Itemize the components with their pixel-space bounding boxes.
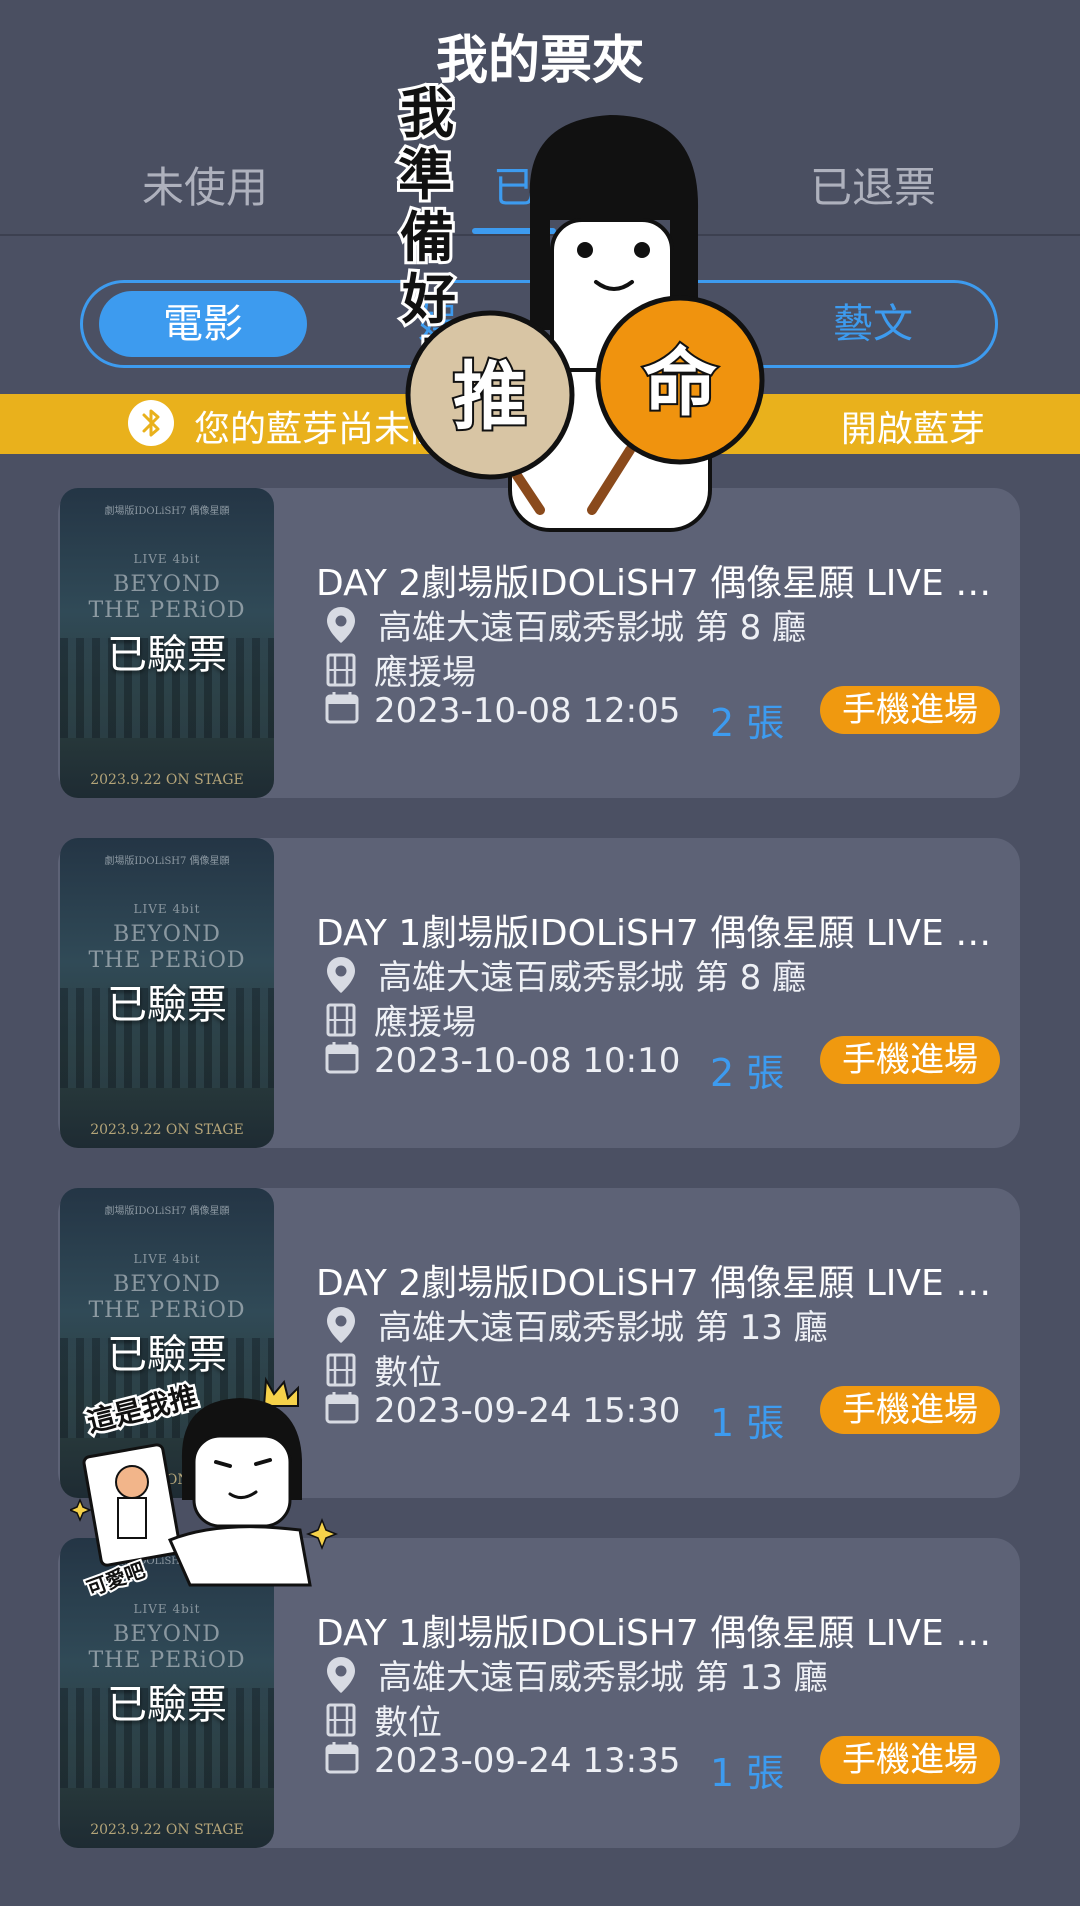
datetime-text: 2023-10-08 10:10 bbox=[374, 1041, 681, 1081]
ticket-count: 1 張 bbox=[710, 1751, 785, 1795]
datetime-text: 2023-10-08 12:05 bbox=[374, 691, 681, 731]
poster-topline: 劇場版IDOLiSH7 偶像星願 bbox=[104, 856, 230, 867]
poster-beyond: BEYOND bbox=[113, 1272, 221, 1297]
ticket-count: 2 張 bbox=[710, 701, 785, 745]
movie-title: DAY 1劇場版IDOLiSH7 偶像星願 LIVE 4bit BEYOND T… bbox=[316, 913, 1008, 954]
poster-title: LIVE 4bit BEYOND THE PERiOD bbox=[60, 1244, 274, 1324]
poster-period: THE PERiOD bbox=[88, 598, 246, 623]
poster-live: LIVE 4bit bbox=[133, 1602, 201, 1616]
poster-release-date: 2023.9.22 ON STAGE bbox=[90, 1822, 244, 1838]
datetime-row: 2023-10-08 12:05 bbox=[324, 690, 680, 735]
poster-release-date: 2023.9.22 ON STAGE bbox=[90, 1122, 244, 1138]
ticket-count: 2 張 bbox=[710, 1051, 785, 1095]
bluetooth-enable-link[interactable]: 開啟藍芽 bbox=[841, 409, 985, 450]
sticker-caption-3: 備 bbox=[400, 206, 454, 269]
datetime-row: 2023-09-24 15:30 bbox=[324, 1390, 680, 1435]
sticker-caption-4: 好 bbox=[401, 268, 456, 331]
sticker-bottom-caption: 這是我推 bbox=[84, 1380, 201, 1439]
poster-period: THE PERiOD bbox=[88, 1648, 246, 1673]
poster-live: LIVE 4bit bbox=[133, 1252, 201, 1266]
sticker-caption-2: 準 bbox=[398, 144, 452, 207]
format-text: 應援場 bbox=[374, 653, 476, 693]
ticket-count: 1 張 bbox=[710, 1401, 785, 1445]
girl-holding-photo-sticker: 這是我推 可愛吧 bbox=[70, 1376, 339, 1600]
format-text: 數位 bbox=[374, 1353, 442, 1393]
sticker-caption-1: 我 bbox=[400, 82, 454, 145]
format-text: 應援場 bbox=[374, 1003, 476, 1043]
mobile-entry-button[interactable]: 手機進場 bbox=[820, 1736, 1000, 1784]
poster-topline: 劇場版IDOLiSH7 偶像星願 bbox=[104, 506, 230, 517]
datetime-text: 2023-09-24 15:30 bbox=[374, 1391, 681, 1431]
poster-beyond: BEYOND bbox=[113, 922, 221, 947]
poster-live: LIVE 4bit bbox=[133, 902, 201, 916]
bluetooth-icon bbox=[128, 400, 174, 446]
movie-poster: 劇場版IDOLiSH7 偶像星願 LIVE 4bit BEYOND THE PERi… bbox=[60, 838, 274, 1148]
poster-period: THE PERiOD bbox=[88, 948, 246, 973]
ticket-status-stamp: 已驗票 bbox=[107, 1682, 227, 1728]
location-text: 高雄大遠百威秀影城 第 8 廳 bbox=[378, 608, 807, 648]
calendar-icon bbox=[324, 690, 364, 735]
poster-topline: 劇場版IDOLiSH7 偶像星願 bbox=[104, 1206, 230, 1217]
fan-left-text: 推 bbox=[453, 354, 527, 440]
movie-title: DAY 2劇場版IDOLiSH7 偶像星願 LIVE 4bit BEYOND T… bbox=[316, 563, 1008, 604]
datetime-row: 2023-10-08 10:10 bbox=[324, 1040, 680, 1085]
movie-title: DAY 1劇場版IDOLiSH7 偶像星願 LIVE 4bit BEYOND T… bbox=[316, 1613, 1008, 1654]
poster-period: THE PERiOD bbox=[88, 1298, 246, 1323]
movie-poster: 劇場版IDOLiSH7 偶像星願 LIVE 4bit BEYOND THE PERi… bbox=[60, 488, 274, 798]
calendar-icon bbox=[324, 1040, 364, 1085]
mobile-entry-button[interactable]: 手機進場 bbox=[820, 1036, 1000, 1084]
mobile-entry-button[interactable]: 手機進場 bbox=[820, 686, 1000, 734]
mobile-entry-button[interactable]: 手機進場 bbox=[820, 1386, 1000, 1434]
calendar-icon bbox=[324, 1740, 364, 1785]
girl-with-fans-sticker: 我 準 備 好 了 推 命 bbox=[395, 79, 765, 532]
poster-beyond: BEYOND bbox=[113, 572, 221, 597]
datetime-row: 2023-09-24 13:35 bbox=[324, 1740, 680, 1785]
segment-movie[interactable]: 電影 bbox=[99, 291, 307, 357]
location-text: 高雄大遠百威秀影城 第 13 廳 bbox=[378, 1658, 828, 1698]
datetime-text: 2023-09-24 13:35 bbox=[374, 1741, 681, 1781]
ticket-status-stamp: 已驗票 bbox=[107, 982, 227, 1028]
poster-title: LIVE 4bit BEYOND THE PERiOD bbox=[60, 894, 274, 974]
poster-beyond: BEYOND bbox=[113, 1622, 221, 1647]
location-text: 高雄大遠百威秀影城 第 8 廳 bbox=[378, 958, 807, 998]
ticket-card[interactable]: 劇場版IDOLiSH7 偶像星願 LIVE 4bit BEYOND THE PERi… bbox=[58, 838, 1020, 1148]
poster-title: LIVE 4bit BEYOND THE PERiOD bbox=[60, 544, 274, 624]
movie-title: DAY 2劇場版IDOLiSH7 偶像星願 LIVE 4bit BEYOND T… bbox=[316, 1263, 1008, 1304]
tab-unused[interactable]: 未使用 bbox=[70, 154, 340, 215]
ticket-status-stamp: 已驗票 bbox=[107, 632, 227, 678]
location-text: 高雄大遠百威秀影城 第 13 廳 bbox=[378, 1308, 828, 1348]
poster-release-date: 2023.9.22 ON STAGE bbox=[90, 772, 244, 788]
poster-live: LIVE 4bit bbox=[133, 552, 201, 566]
poster-title: LIVE 4bit BEYOND THE PERiOD bbox=[60, 1594, 274, 1674]
fan-right-text: 命 bbox=[643, 340, 717, 426]
format-text: 數位 bbox=[374, 1703, 442, 1743]
